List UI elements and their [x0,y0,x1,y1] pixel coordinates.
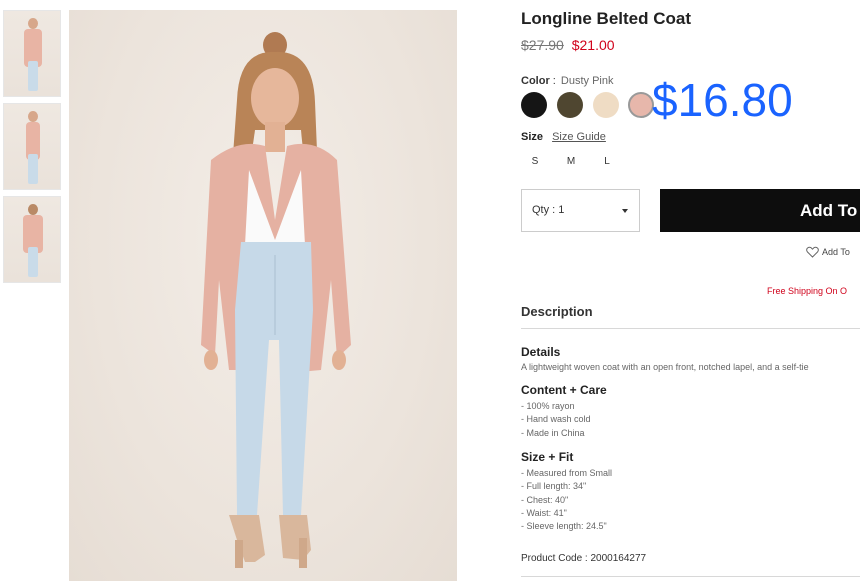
color-label: Color : Dusty Pink [521,75,614,87]
thumbnail-figure-head [28,111,38,122]
promo-price-overlay: $16.80 [652,74,793,126]
fit-line: - Chest: 40" [521,495,569,505]
thumbnail-figure-legs [28,247,38,277]
color-label-text: Color [521,75,550,87]
chevron-down-icon [622,209,628,213]
sale-price: $21.00 [571,37,615,53]
thumbnail-side[interactable] [3,103,61,190]
details-title: Details [521,345,561,359]
content-care-title: Content + Care [521,383,607,397]
free-shipping-notice: Free Shipping On O [767,286,848,296]
product-info-panel: Longline Belted Coat $27.90 $21.00 Color… [521,0,860,581]
color-selected-value: Dusty Pink [560,75,614,87]
care-line: - Made in China [521,428,585,438]
thumbnail-figure-legs [28,154,38,184]
thumbnail-figure-head [28,18,38,29]
quantity-value: Qty : 1 [532,204,565,216]
wishlist-label: Add To [822,247,850,257]
size-fit-title: Size + Fit [521,450,574,464]
size-label-text: Size [521,131,544,143]
size-option-s[interactable]: S [527,156,543,167]
details-text: A lightweight woven coat with an open fr… [521,362,809,372]
divider [521,576,860,577]
thumbnail-back[interactable] [3,196,61,283]
quantity-select[interactable]: Qty : 1 [521,189,640,232]
main-product-image[interactable] [69,10,457,581]
fit-line: - Waist: 41" [521,508,567,518]
original-price: $27.90 [521,37,564,53]
fit-line: - Full length: 34" [521,481,587,491]
color-separator: : [552,75,556,87]
description-heading[interactable]: Description [521,304,593,319]
thumbnail-figure-legs [28,61,38,91]
heart-icon [806,246,819,258]
size-label: Size Size Guide [521,131,606,143]
care-line: - 100% rayon [521,401,575,411]
price-row: $27.90 $21.00 [521,37,615,53]
divider [521,328,860,329]
thumbnail-list [3,10,61,289]
size-option-l[interactable]: L [599,156,615,167]
thumbnail-figure-head [28,204,38,215]
add-to-bag-button[interactable]: Add To [660,189,860,232]
care-line: - Hand wash cold [521,414,591,424]
product-code: Product Code : 2000164277 [521,553,647,564]
add-to-wishlist-link[interactable]: Add To [806,246,850,258]
product-title: Longline Belted Coat [521,9,691,28]
swatch-black[interactable] [521,92,547,118]
size-option-m[interactable]: M [563,156,579,167]
swatch-cream[interactable] [593,92,619,118]
swatch-dusty-pink[interactable] [628,92,654,118]
fit-line: - Sleeve length: 24.5" [521,521,607,531]
thumbnail-front[interactable] [3,10,61,97]
model-illustration [201,32,351,568]
swatch-olive[interactable] [557,92,583,118]
fit-line: - Measured from Small [521,468,613,478]
size-guide-link[interactable]: Size Guide [552,131,606,143]
